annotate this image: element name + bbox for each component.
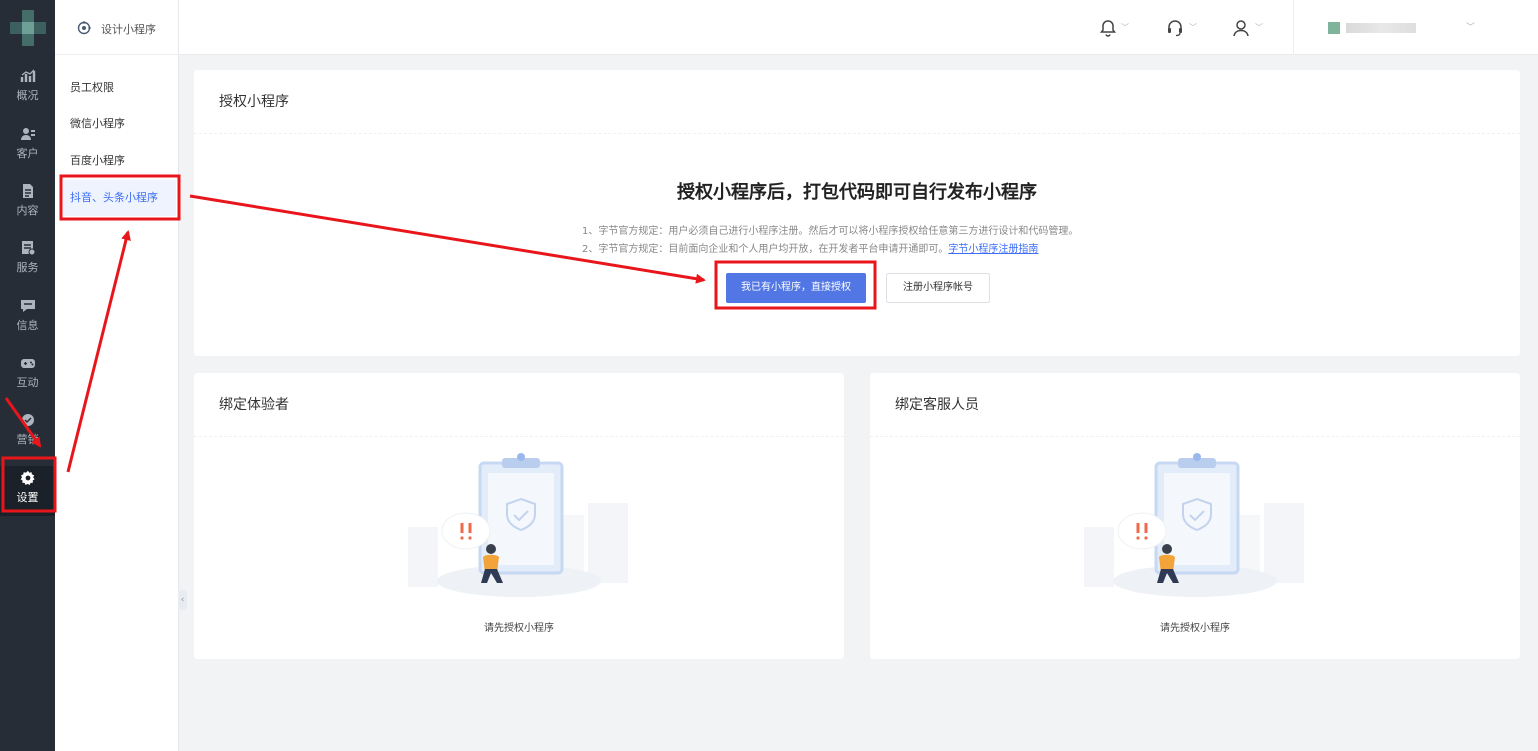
submenu-item-douyin-toutiao-miniprogram[interactable]: 抖音、头条小程序 xyxy=(63,180,176,216)
secondary-sidebar: 设计小程序 员工权限 微信小程序 百度小程序 抖音、头条小程序 xyxy=(55,0,179,751)
register-account-button[interactable]: 注册小程序帐号 xyxy=(886,273,990,303)
headset-icon xyxy=(1168,19,1182,36)
sidebar-item-label: 互动 xyxy=(16,376,39,389)
sidebar-item-overview[interactable]: 概况 xyxy=(0,64,55,114)
registration-guide-link[interactable]: 字节小程序注册指南 xyxy=(948,244,1038,255)
sidebar-item-customers[interactable]: 客户 xyxy=(0,122,55,172)
authorize-card: 授权小程序 授权小程序后，打包代码即可自行发布小程序 1、字节官方规定：用户必须… xyxy=(194,70,1520,356)
marketing-icon xyxy=(21,414,34,426)
chevron-down-icon: ﹀ xyxy=(1466,23,1476,33)
app-logo[interactable] xyxy=(10,10,46,46)
card-title: 绑定体验者 xyxy=(194,373,844,437)
avatar xyxy=(1328,22,1340,34)
sidebar-item-label: 客户 xyxy=(16,147,39,160)
document-icon xyxy=(22,184,33,198)
gear-icon xyxy=(20,470,35,485)
account-button[interactable]: ﹀ xyxy=(1232,17,1263,39)
users-icon xyxy=(20,128,35,140)
sidebar-item-messages[interactable]: 信息 xyxy=(0,294,55,344)
submenu-item-staff-permissions[interactable]: 员工权限 xyxy=(63,70,176,106)
chevron-down-icon: ﹀ xyxy=(1189,23,1197,32)
sidebar-item-label: 服务 xyxy=(16,261,39,274)
chevron-down-icon: ﹀ xyxy=(1255,23,1263,32)
submenu-header: 设计小程序 xyxy=(55,0,179,55)
card-title: 授权小程序 xyxy=(194,70,1520,134)
sidebar-item-label: 营销 xyxy=(16,433,39,446)
rule-note-1: 1、字节官方规定：用户必须自己进行小程序注册。然后才可以将小程序授权给任意第三方… xyxy=(582,226,1079,237)
submenu-item-baidu-miniprogram[interactable]: 百度小程序 xyxy=(63,143,176,179)
empty-state-illustration xyxy=(408,453,628,597)
bind-support-staff-card: 绑定客服人员 请先授权小程序 xyxy=(870,373,1520,659)
sidebar-item-interaction[interactable]: 互动 xyxy=(0,351,55,401)
gamepad-icon xyxy=(20,359,35,368)
service-icon xyxy=(21,241,35,256)
submenu-title: 设计小程序 xyxy=(101,23,156,36)
sidebar-item-marketing[interactable]: 营销 xyxy=(0,408,55,458)
notifications-button[interactable]: ﹀ xyxy=(1100,17,1129,39)
empty-state-illustration xyxy=(1084,453,1304,597)
bell-icon xyxy=(1100,19,1116,37)
card-title: 绑定客服人员 xyxy=(870,373,1520,437)
topbar-divider xyxy=(1293,0,1294,55)
rule-note-2: 2、字节官方规定：目前面向企业和个人用户均开放，在开发者平台申请开通即可。字节小… xyxy=(582,244,1039,255)
sidebar-item-label: 信息 xyxy=(16,319,39,332)
sidebar-item-label: 设置 xyxy=(16,491,39,504)
main-sidebar: 概况 客户 内容 服务 信息 互动 营销 设置 xyxy=(0,0,55,751)
bind-testers-card: 绑定体验者 请先授权小程序 xyxy=(194,373,844,659)
username-redacted xyxy=(1346,23,1416,33)
user-icon xyxy=(1233,19,1249,36)
sidebar-item-label: 内容 xyxy=(16,204,39,217)
sidebar-item-service[interactable]: 服务 xyxy=(0,236,55,286)
authorize-existing-button[interactable]: 我已有小程序，直接授权 xyxy=(726,273,866,303)
top-bar: ﹀ ﹀ ﹀ ﹀ xyxy=(179,0,1538,55)
message-icon xyxy=(20,300,35,312)
chevron-down-icon: ﹀ xyxy=(1121,23,1129,32)
sidebar-item-content[interactable]: 内容 xyxy=(0,179,55,229)
authorize-headline: 授权小程序后，打包代码即可自行发布小程序 xyxy=(677,182,1037,203)
empty-state-text: 请先授权小程序 xyxy=(1160,623,1230,634)
submenu-item-wechat-miniprogram[interactable]: 微信小程序 xyxy=(63,106,176,142)
mini-program-icon xyxy=(77,21,91,35)
sidebar-item-settings[interactable]: 设置 xyxy=(0,466,55,516)
support-button[interactable]: ﹀ xyxy=(1166,17,1197,39)
empty-state-text: 请先授权小程序 xyxy=(484,623,554,634)
sidebar-item-label: 概况 xyxy=(16,89,39,102)
chart-icon xyxy=(20,69,35,82)
user-menu[interactable]: ﹀ xyxy=(1328,20,1478,36)
collapse-sidebar-handle[interactable]: ‹ xyxy=(178,590,187,610)
